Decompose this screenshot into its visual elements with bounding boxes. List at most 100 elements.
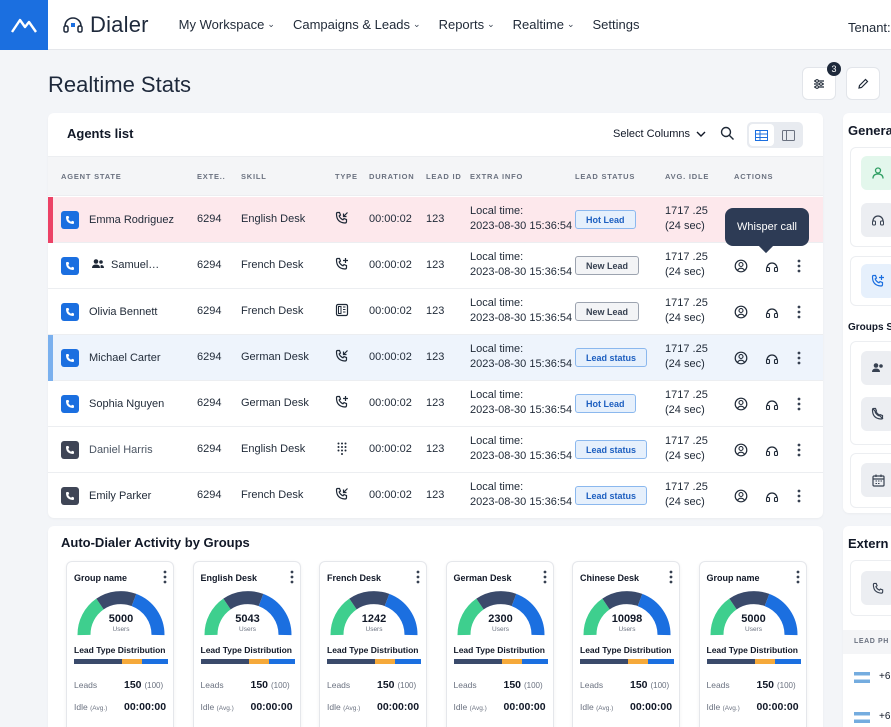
phone-icon [66,354,74,362]
idle-avg-label: (Avg.) [596,705,614,712]
lead-id: 123 [426,213,445,225]
nav-settings[interactable]: Settings [593,17,640,32]
idle-value: 00:00:00 [377,701,420,713]
lead-id: 123 [426,397,445,409]
more-options-icon[interactable] [797,489,801,508]
table-row[interactable]: Emily Parker 6294 French Desk 00:00:02 1… [48,473,823,518]
group-name: French Desk [327,573,382,583]
app-logo[interactable]: Dialer [62,12,149,38]
more-options-icon[interactable] [543,570,547,589]
monitor-agent-icon[interactable] [734,305,748,324]
monitor-agent-icon[interactable] [734,489,748,508]
users-label: Users [745,626,762,633]
ltd-segment-blue [142,659,168,664]
extra-info-label: Local time: [470,481,524,493]
whisper-call-icon[interactable] [765,259,779,278]
extra-info-label: Local time: [470,297,524,309]
nav-campaigns-leads[interactable]: Campaigns & Leads ⌄ [293,17,421,32]
nav-my-workspace[interactable]: My Workspace ⌄ [179,17,275,32]
tenant-selector[interactable]: Tenant: [848,20,891,35]
monitor-agent-icon[interactable] [734,443,748,462]
whisper-call-icon[interactable] [765,351,779,370]
more-options-icon[interactable] [416,570,420,589]
whisper-call-icon[interactable] [765,443,779,462]
lead-type-distribution-label: Lead Type Distribution [327,645,419,655]
headset-icon [63,16,83,33]
nav-reports[interactable]: Reports ⌄ [439,17,495,32]
more-options-icon[interactable] [797,443,801,462]
more-options-icon[interactable] [163,570,167,589]
table-row[interactable]: Samuel… 6294 French Desk 00:00:02 123 Lo… [48,243,823,289]
col-lead-status[interactable]: LEAD STATUS [575,172,635,181]
more-options-icon[interactable] [797,351,801,370]
avg-idle-value: 1717 .25 [665,435,708,447]
gauge-segment-dark [602,591,643,610]
col-lead-id[interactable]: LEAD ID [426,172,462,181]
extra-info-time: 2023-08-30 15:36:54 [470,450,573,462]
whisper-call-icon[interactable] [765,397,779,416]
col-type[interactable]: TYPE [335,172,358,181]
extra-info: Local time: 2023-08-30 15:36:54 [470,250,572,280]
group-card[interactable]: German Desk 2300 Users Lead Type Distributi… [445,561,554,727]
table-view-button[interactable] [749,124,774,146]
lead-type-distribution-bar [200,659,295,664]
monitor-agent-icon[interactable] [734,259,748,278]
lead-type-distribution-bar [706,659,801,664]
more-options-icon[interactable] [796,570,800,589]
more-options-icon[interactable] [290,570,294,589]
monitor-agent-icon[interactable] [734,397,748,416]
col-duration[interactable]: DURATION [369,172,414,181]
more-options-icon[interactable] [797,305,801,324]
idle-label: Idle (Avg.) [707,702,740,712]
whisper-call-icon[interactable] [765,305,779,324]
lead-type-distribution-bar [74,659,168,664]
more-options-icon[interactable] [797,259,801,278]
monitor-agent-icon[interactable] [734,351,748,370]
agent-name: Samuel… [111,259,160,271]
table-row[interactable]: Daniel Harris 6294 English Desk 00:00:02… [48,427,823,473]
col-extension[interactable]: EXTE.. [197,172,226,181]
select-columns-dropdown[interactable]: Select Columns [613,128,706,140]
extra-info-time: 2023-08-30 15:36:54 [470,358,573,370]
phone-icon [66,308,74,316]
group-card[interactable]: Group name 5000 Users Lead Type Distributio… [66,561,174,727]
edit-button[interactable] [846,67,880,100]
group-card[interactable]: Chinese Desk 10098 Users Lead Type Distribu… [572,561,680,727]
col-skill[interactable]: SKILL [241,172,267,181]
brand-logo[interactable] [0,0,48,50]
col-extra-info[interactable]: EXTRA INFO [470,172,523,181]
group-card[interactable]: Group name 5000 Users Lead Type Distributio… [698,561,807,727]
agent-state-icon [61,211,79,229]
more-options-icon[interactable] [797,397,801,416]
leads-total: (100) [144,681,164,690]
extra-info-time: 2023-08-30 15:36:54 [470,404,573,416]
headset-icon [861,203,891,237]
group-card[interactable]: French Desk 1242 Users Lead Type Distributi… [319,561,427,727]
phone-number: +6 [879,711,891,722]
more-options-icon[interactable] [669,570,673,589]
table-row[interactable]: Michael Carter 6294 German Desk 00:00:02… [48,335,823,381]
avg-idle-seconds: (24 sec) [665,312,705,324]
group-card[interactable]: English Desk 5043 Users Lead Type Distribut… [192,561,301,727]
table-row[interactable]: Sophia Nguyen 6294 German Desk 00:00:02 … [48,381,823,427]
nav-label: Realtime [512,17,564,32]
search-icon [720,126,734,140]
card-view-button[interactable] [776,124,801,146]
col-avg-idle[interactable]: AVG. IDLE [665,172,709,181]
table-row[interactable]: Olivia Bennett 6294 French Desk 00:00:02… [48,289,823,335]
brand-mountain-icon [11,18,37,33]
table-header: AGENT STATE EXTE.. SKILL TYPE DURATION L… [48,156,823,196]
agent-online-icon [861,156,891,190]
nav-realtime[interactable]: Realtime ⌄ [513,17,575,32]
avg-idle: 1717 .25 (24 sec) [665,250,708,280]
search-button[interactable] [720,126,735,146]
whisper-call-icon[interactable] [765,489,779,508]
users-label: Users [365,626,383,633]
filter-button[interactable]: 3 [802,62,841,100]
col-agent-state[interactable]: AGENT STATE [61,172,122,181]
extra-info-label: Local time: [470,435,524,447]
agents-list-title: Agents list [67,126,134,141]
avg-idle: 1717 .25 (24 sec) [665,204,708,234]
lead-status-badge: Lead status [575,440,648,459]
table-row[interactable]: Emma Rodriguez 6294 English Desk 00:00:0… [48,197,823,243]
